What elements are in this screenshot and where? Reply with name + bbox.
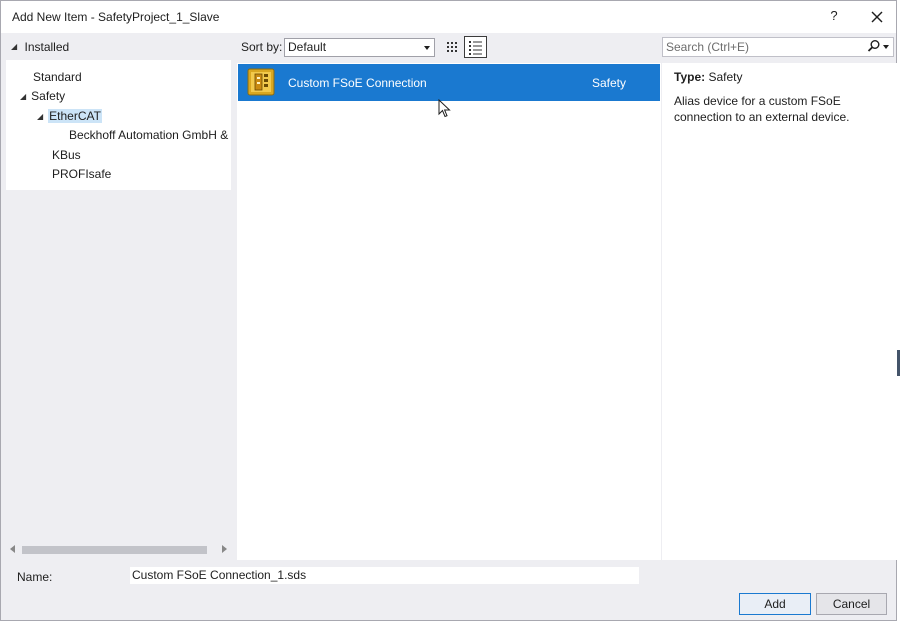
sort-by-select[interactable]: Default <box>284 38 435 57</box>
tree-item-standard[interactable]: Standard <box>33 69 82 85</box>
tree-item-beckhoff[interactable]: Beckhoff Automation GmbH & Co. KG <box>69 127 231 143</box>
installed-header[interactable]: ◢ Installed <box>11 39 69 55</box>
add-new-item-dialog: Add New Item - SafetyProject_1_Slave ? ◢… <box>0 0 897 621</box>
search-icon[interactable] <box>867 39 881 53</box>
tree-item-profisafe[interactable]: PROFIsafe <box>52 166 111 182</box>
details-pane: Type: Safety Alias device for a custom F… <box>662 63 897 560</box>
help-button[interactable]: ? <box>823 5 845 27</box>
tree-horizontal-scrollbar[interactable] <box>6 542 231 558</box>
template-name: Custom FSoE Connection <box>288 76 427 90</box>
tree-item-ethercat[interactable]: ◢ EtherCAT <box>37 108 102 124</box>
close-icon[interactable] <box>865 5 889 29</box>
fsoe-connection-icon <box>247 68 275 96</box>
mouse-cursor-icon <box>438 99 451 118</box>
template-list: Custom FSoE Connection Safety <box>237 63 661 560</box>
scroll-left-icon[interactable] <box>10 545 15 553</box>
expanded-triangle-icon[interactable]: ◢ <box>20 89 26 105</box>
sort-by-label: Sort by: <box>241 40 283 54</box>
add-button[interactable]: Add <box>739 593 811 615</box>
name-label: Name: <box>17 570 53 584</box>
name-field[interactable]: Custom FSoE Connection_1.sds <box>130 567 639 584</box>
small-icons-view-icon[interactable] <box>442 38 462 57</box>
tree-item-kbus[interactable]: KBus <box>52 147 81 163</box>
search-input[interactable]: Search (Ctrl+E) <box>662 37 894 57</box>
dialog-title: Add New Item - SafetyProject_1_Slave <box>12 10 220 24</box>
chevron-down-icon <box>424 46 430 50</box>
tree-item-safety[interactable]: ◢ Safety <box>20 88 65 104</box>
chevron-down-icon[interactable] <box>883 45 889 49</box>
scrollbar-thumb[interactable] <box>22 546 207 554</box>
template-category: Safety <box>592 76 627 90</box>
category-tree: Standard ◢ Safety ◢ EtherCAT Beckhoff Auto… <box>6 60 231 190</box>
type-label: Type: <box>674 70 706 84</box>
type-value: Safety <box>708 70 743 84</box>
cancel-button[interactable]: Cancel <box>816 593 887 615</box>
list-item-custom-fsoe-connection[interactable]: Custom FSoE Connection Safety <box>238 64 660 101</box>
installed-label: Installed <box>24 39 70 54</box>
expanded-triangle-icon[interactable]: ◢ <box>37 109 43 125</box>
expanded-triangle-icon[interactable]: ◢ <box>11 42 17 51</box>
details-list-view-icon[interactable] <box>464 36 487 58</box>
title-bar: Add New Item - SafetyProject_1_Slave ? <box>1 1 896 33</box>
detail-description: Alias device for a custom FSoE connectio… <box>674 94 850 124</box>
detail-type: Type: Safety <box>674 70 743 84</box>
scroll-right-icon[interactable] <box>222 545 227 553</box>
